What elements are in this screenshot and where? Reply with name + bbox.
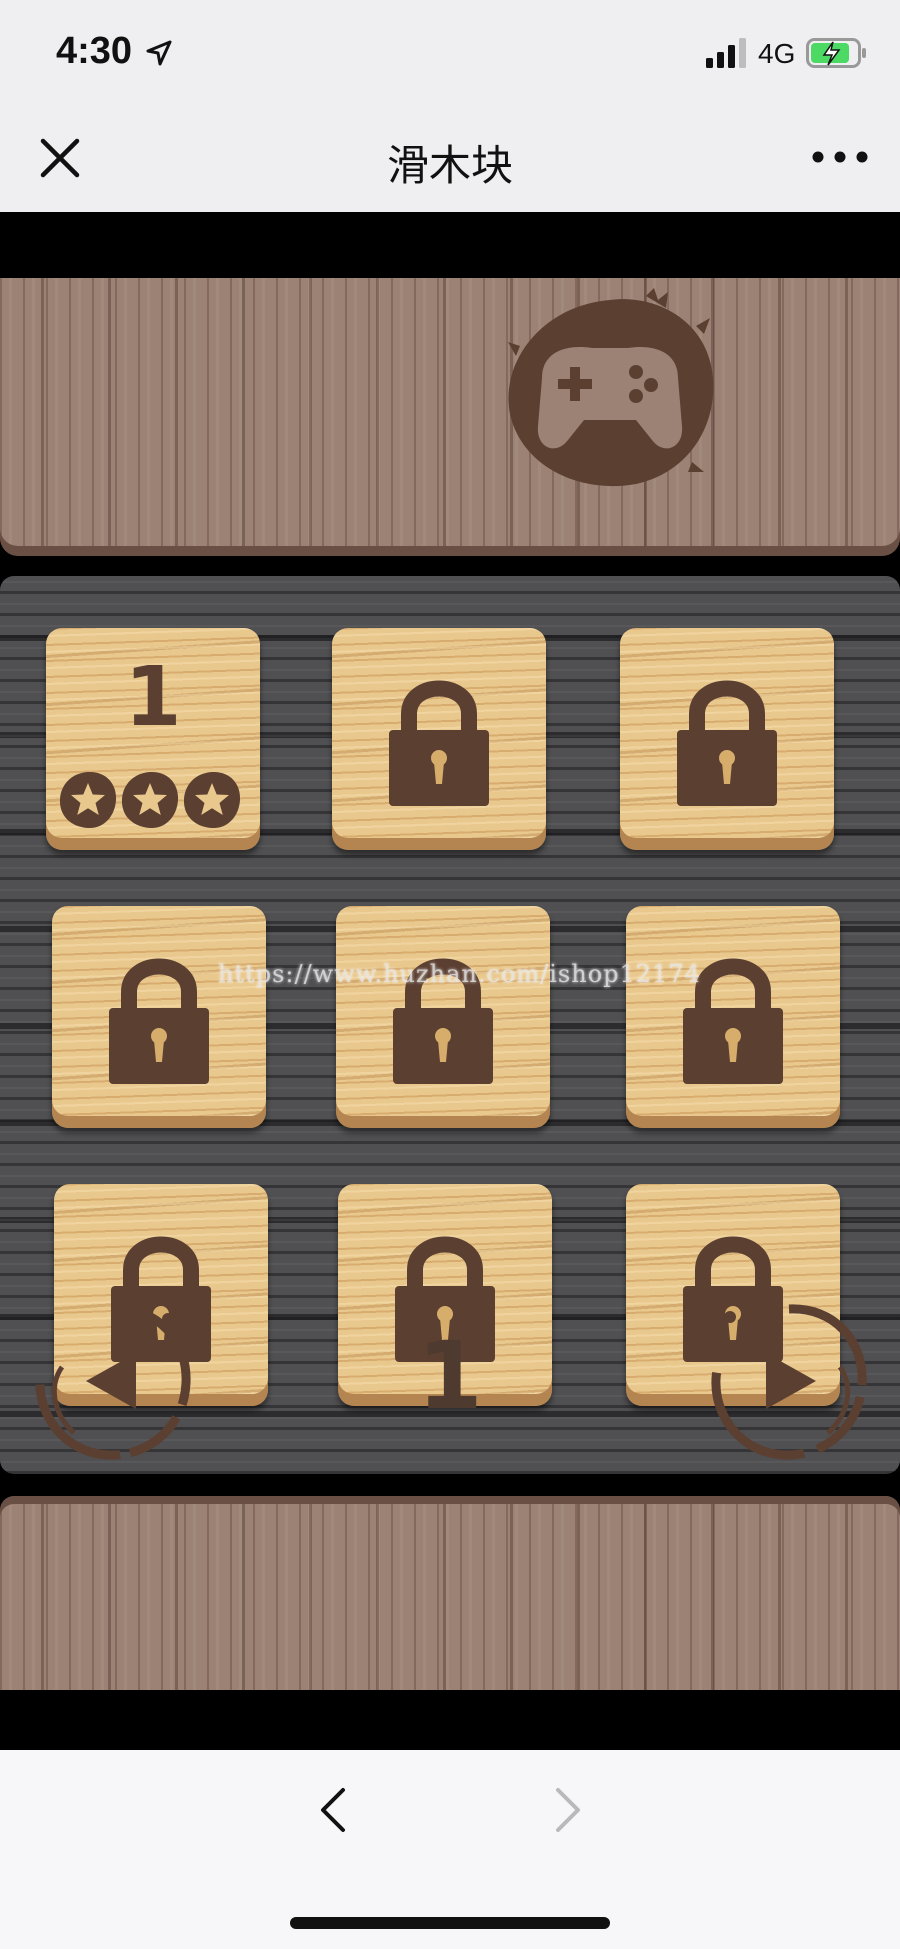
- level-number: 1: [124, 650, 182, 745]
- level-tile-1[interactable]: 1: [46, 628, 260, 850]
- arrow-left-icon[interactable]: [28, 1297, 198, 1467]
- forward-arrow-icon[interactable]: [548, 1785, 588, 1835]
- star-icon: [183, 771, 241, 829]
- gamepad-logo: [508, 288, 714, 487]
- home-indicator: [290, 1917, 610, 1929]
- star-rating: [58, 770, 248, 830]
- back-arrow-icon[interactable]: [313, 1785, 353, 1835]
- location-arrow-icon: [146, 40, 172, 66]
- status-time: 4:30: [56, 30, 133, 72]
- star-icon: [121, 771, 179, 829]
- more-icon[interactable]: [810, 145, 870, 169]
- arrow-right-icon[interactable]: [704, 1297, 874, 1467]
- close-icon[interactable]: [34, 132, 86, 184]
- watermark: https://www.huzhan.com/ishop12174: [218, 960, 701, 988]
- level-tile-locked[interactable]: [626, 906, 840, 1128]
- level-tile-locked[interactable]: [52, 906, 266, 1128]
- lock-icon: [389, 680, 489, 806]
- signal-icon: [706, 38, 746, 68]
- star-icon: [59, 771, 117, 829]
- level-tile-locked[interactable]: [332, 628, 546, 850]
- level-tile-locked[interactable]: [336, 906, 550, 1128]
- level-tile-locked[interactable]: [620, 628, 834, 850]
- page-title: 滑木块: [386, 141, 513, 190]
- header-plank: [0, 278, 900, 556]
- page-number: 1: [417, 1322, 483, 1431]
- lock-icon: [109, 958, 209, 1084]
- network-label: 4G: [758, 38, 796, 69]
- footer-plank: [0, 1496, 900, 1690]
- battery-charging-icon: [806, 38, 866, 68]
- lock-icon: [677, 680, 777, 806]
